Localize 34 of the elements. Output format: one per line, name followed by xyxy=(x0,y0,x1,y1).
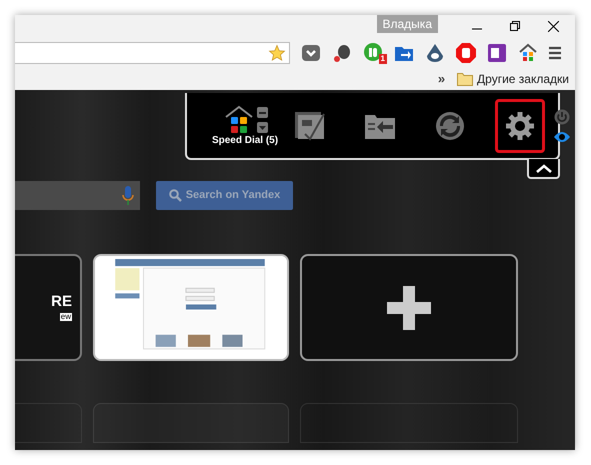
drop-icon[interactable] xyxy=(424,42,446,64)
minus-button[interactable] xyxy=(256,107,268,118)
documents-check-icon xyxy=(293,110,327,142)
star-icon[interactable] xyxy=(268,44,286,62)
eye-icon[interactable] xyxy=(553,130,571,142)
circle-logo-icon[interactable] xyxy=(362,42,384,64)
power-icon[interactable] xyxy=(554,108,570,124)
settings-icon xyxy=(505,110,535,140)
faded-tile xyxy=(15,403,82,443)
restore-icon[interactable] xyxy=(510,21,520,31)
house-grid-icon[interactable] xyxy=(517,42,539,64)
microphone-icon[interactable] xyxy=(122,186,134,206)
dropdown-button[interactable] xyxy=(256,122,268,133)
more-bookmarks-button[interactable]: » xyxy=(438,69,446,89)
plus-icon xyxy=(387,286,431,330)
speed-dial-label: Speed Dial (5) xyxy=(212,136,278,146)
tile-subtitle: ew xyxy=(60,313,72,321)
caret-icon xyxy=(258,126,266,130)
chevron-up-icon xyxy=(536,164,552,172)
add-tile[interactable] xyxy=(300,254,518,361)
folder-icon xyxy=(457,72,474,86)
sync-icon xyxy=(435,110,465,140)
collapse-tab[interactable] xyxy=(527,159,560,179)
notebook-icon[interactable] xyxy=(486,42,508,64)
bookmark-folder[interactable]: Другие закладки xyxy=(457,70,569,88)
house-grid-icon xyxy=(222,105,254,135)
menu-icon[interactable] xyxy=(548,46,562,60)
close-icon[interactable] xyxy=(548,20,559,32)
settings-button[interactable] xyxy=(495,98,545,152)
speed-dial-tile[interactable]: RE ew xyxy=(15,254,82,361)
search-icon xyxy=(168,189,182,202)
tile-title: RE xyxy=(51,294,72,309)
search-field[interactable] xyxy=(15,181,140,210)
minus-icon xyxy=(258,112,266,114)
